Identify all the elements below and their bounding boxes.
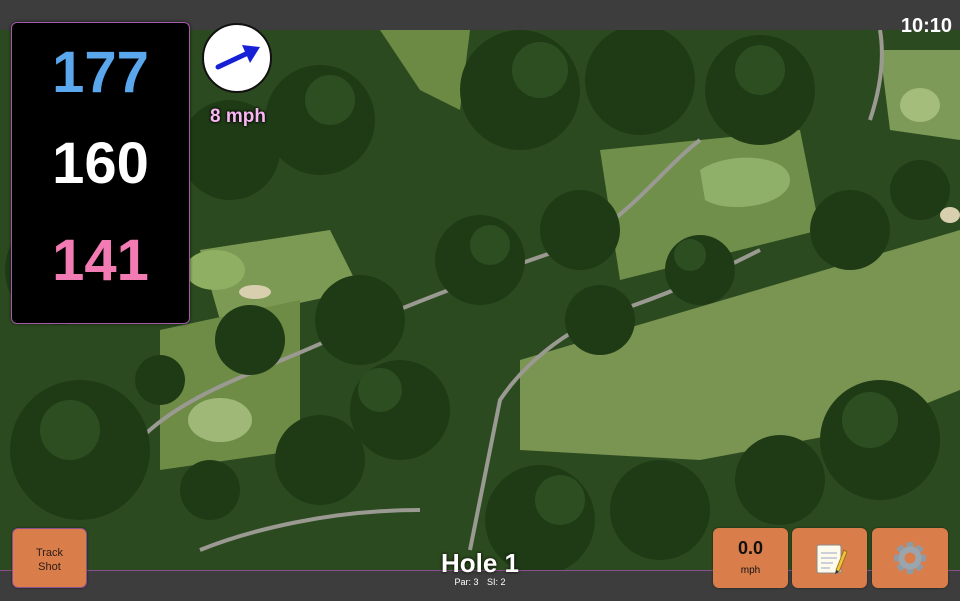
hole-title: Hole 1 (440, 548, 520, 578)
track-shot-label-line1: Track (35, 547, 64, 559)
wind-indicator (202, 23, 272, 93)
par-label: Par: 3 (454, 577, 479, 587)
front-distance: 141 (52, 228, 149, 293)
notes-button[interactable] (792, 528, 867, 588)
track-shot-label-line2: Shot (38, 561, 61, 573)
back-distance: 177 (52, 40, 149, 105)
notepad-icon (816, 544, 848, 574)
si-label: SI: 2 (487, 577, 506, 587)
wind-speed: 8 mph (210, 106, 266, 127)
speed-value: 0.0 (737, 538, 764, 558)
hole-details: Par: 3 SI: 2 (400, 577, 560, 587)
settings-button[interactable] (872, 528, 948, 588)
speed-button[interactable]: 0.0 mph (713, 528, 788, 588)
distance-panel: 177 160 141 (11, 22, 190, 324)
speed-unit: mph (740, 565, 761, 576)
clock: 10:10 (900, 15, 952, 37)
wind-arrow-icon (215, 45, 260, 70)
track-shot-button[interactable]: Track Shot (12, 528, 87, 588)
gear-icon (894, 542, 926, 574)
middle-distance: 160 (52, 131, 149, 196)
